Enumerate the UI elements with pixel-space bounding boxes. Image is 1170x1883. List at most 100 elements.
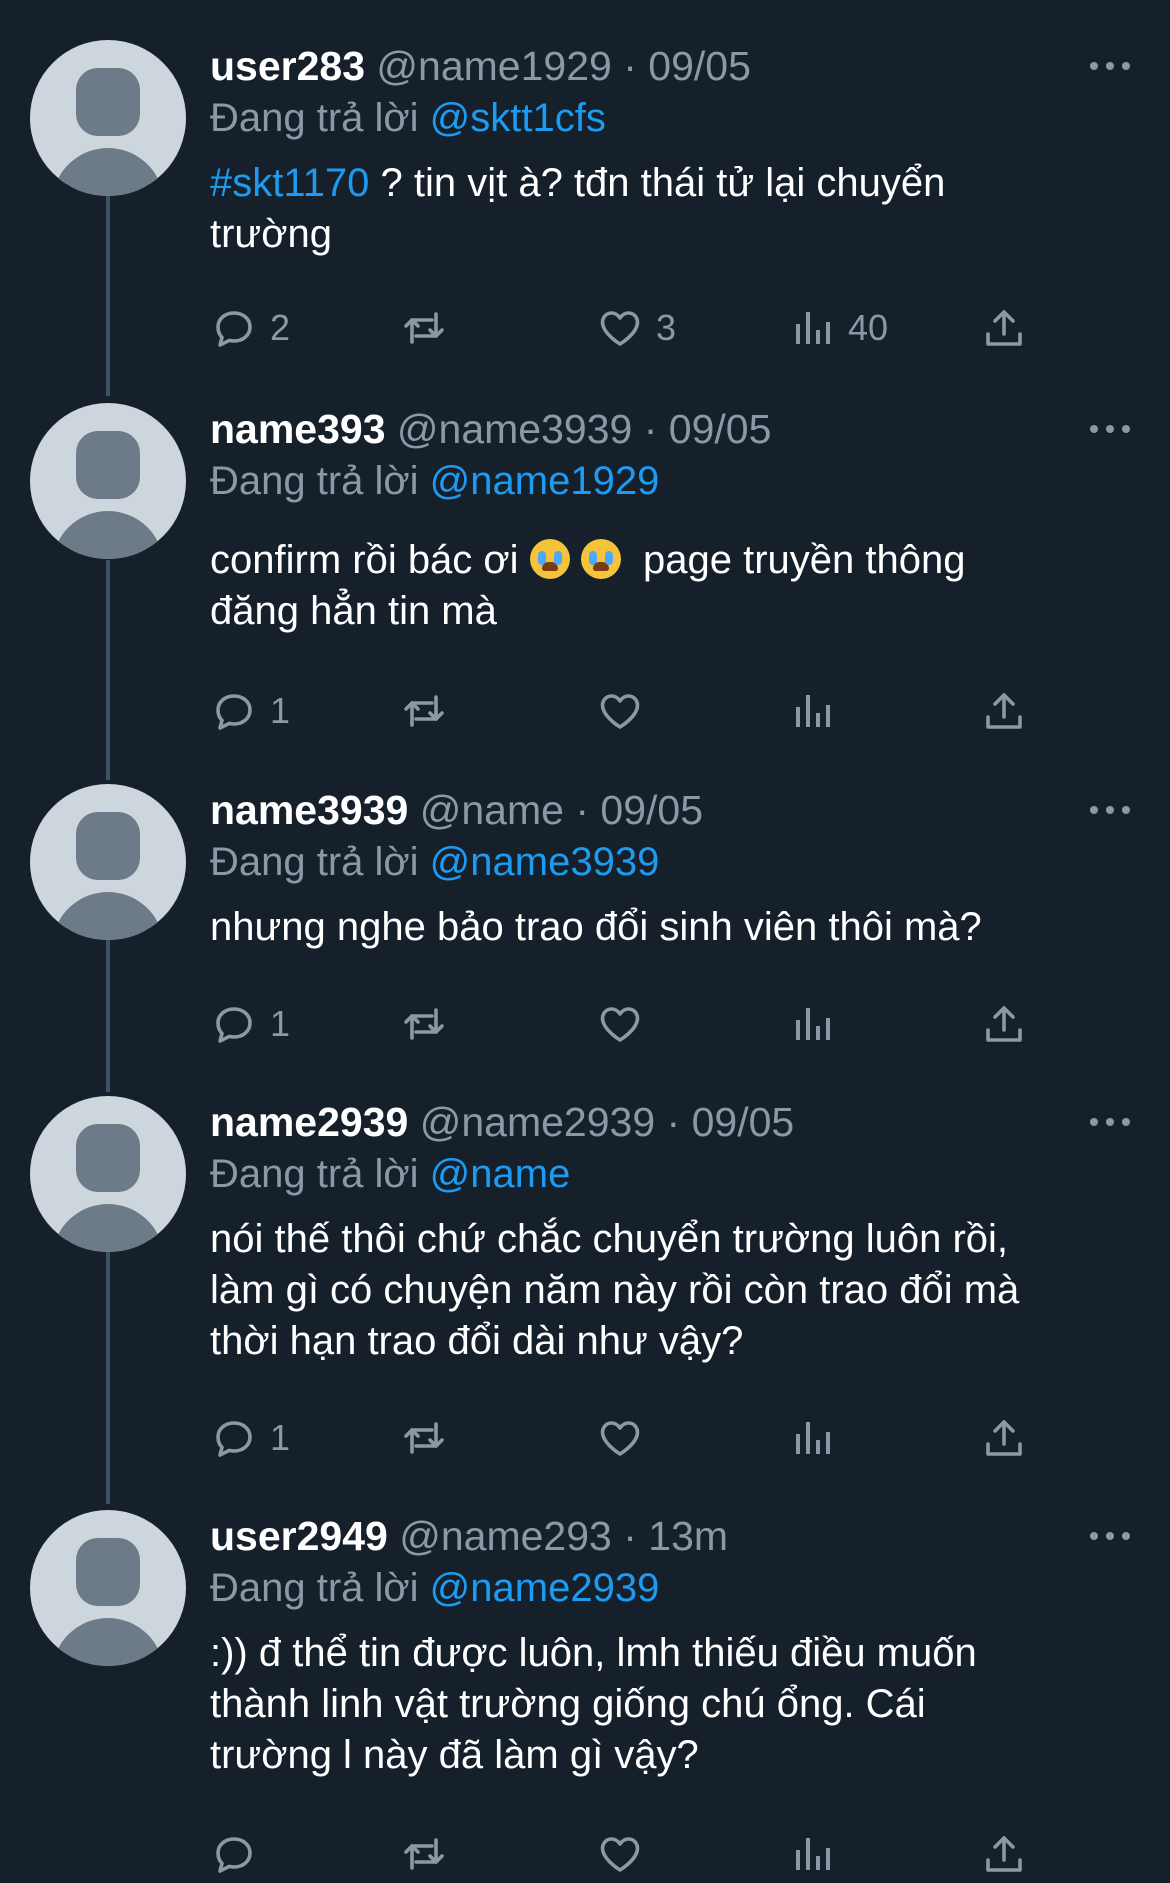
- display-name[interactable]: name3939: [210, 787, 408, 833]
- views-button[interactable]: 40: [788, 302, 888, 354]
- display-name[interactable]: user283: [210, 43, 365, 89]
- share-icon: [986, 693, 1022, 729]
- timestamp[interactable]: 09/05: [692, 1099, 795, 1145]
- handle[interactable]: @name: [420, 787, 564, 833]
- timestamp[interactable]: 13m: [648, 1513, 728, 1559]
- views-icon: [796, 1008, 830, 1040]
- like-button[interactable]: 3: [596, 302, 676, 354]
- share-icon: [986, 1836, 1022, 1872]
- tweet-actions: 2 3 40: [210, 302, 1130, 354]
- more-icon[interactable]: [1090, 403, 1130, 455]
- retweet-icon: [404, 695, 444, 727]
- display-name[interactable]: name393: [210, 406, 386, 452]
- views-icon: [796, 1838, 830, 1870]
- views-icon: [796, 1422, 830, 1454]
- share-icon: [986, 1420, 1022, 1456]
- tweet-actions: 1: [210, 1412, 1130, 1464]
- like-button[interactable]: [596, 998, 656, 1050]
- avatar[interactable]: [30, 1510, 186, 1666]
- timestamp[interactable]: 09/05: [648, 43, 751, 89]
- reply-button[interactable]: 1: [210, 685, 290, 737]
- like-button[interactable]: [596, 1828, 656, 1880]
- share-button[interactable]: [980, 685, 1028, 737]
- retweet-icon: [404, 1838, 444, 1870]
- views-button[interactable]: [788, 1412, 848, 1464]
- tweet-text: #skt1170 ? tin vịt à? tđn thái tử lại ch…: [210, 158, 1130, 260]
- thread-line: [106, 940, 110, 1092]
- separator: ·: [623, 43, 637, 89]
- reply-button[interactable]: 1: [210, 998, 290, 1050]
- retweet-button[interactable]: [400, 1412, 460, 1464]
- handle[interactable]: @name293: [399, 1513, 612, 1559]
- reply-button[interactable]: 2: [210, 302, 290, 354]
- replying-to-link[interactable]: @name3939: [430, 840, 660, 884]
- retweet-button[interactable]: [400, 998, 460, 1050]
- timestamp[interactable]: 09/05: [600, 787, 703, 833]
- reply-icon: [216, 1007, 252, 1043]
- like-icon: [600, 1007, 640, 1042]
- more-icon[interactable]: [1090, 1096, 1130, 1148]
- avatar[interactable]: [30, 784, 186, 940]
- retweet-button[interactable]: [400, 685, 460, 737]
- like-button[interactable]: [596, 685, 656, 737]
- views-button[interactable]: [788, 685, 848, 737]
- reply-icon: [216, 694, 252, 730]
- avatar[interactable]: [30, 40, 186, 196]
- tweet-text: nói thế thôi chứ chắc chuyển trường luôn…: [210, 1217, 1020, 1363]
- thread-line: [106, 196, 110, 396]
- more-icon[interactable]: [1090, 1510, 1130, 1562]
- share-button[interactable]: [980, 1828, 1028, 1880]
- share-button[interactable]: [980, 1412, 1028, 1464]
- thread-line: [106, 1250, 110, 1504]
- replying-to: Đang trả lời @name3939: [210, 836, 1130, 888]
- more-icon[interactable]: [1090, 40, 1130, 92]
- hashtag-link[interactable]: #skt1170: [210, 161, 369, 205]
- timestamp[interactable]: 09/05: [669, 406, 772, 452]
- tweet-header: user2949 @name293 · 13m: [210, 1510, 1130, 1562]
- thread-line: [106, 560, 110, 780]
- replying-prefix: Đang trả lời: [210, 840, 419, 884]
- replying-to-link[interactable]: @name2939: [430, 1566, 660, 1610]
- views-button[interactable]: [788, 998, 848, 1050]
- retweet-icon: [404, 1008, 444, 1040]
- retweet-button[interactable]: [400, 302, 460, 354]
- tweet-header: name3939 @name · 09/05: [210, 784, 1130, 836]
- like-icon: [600, 694, 640, 729]
- more-icon[interactable]: [1090, 784, 1130, 836]
- handle[interactable]: @name3939: [397, 406, 632, 452]
- replying-to: Đang trả lời @name2939: [210, 1562, 1130, 1614]
- replying-to-link[interactable]: @name: [430, 1152, 571, 1196]
- replying-prefix: Đang trả lời: [210, 459, 419, 503]
- display-name[interactable]: name2939: [210, 1099, 408, 1145]
- tweet-header: user283 @name1929 · 09/05: [210, 40, 1130, 92]
- retweet-icon: [404, 1422, 444, 1454]
- share-button[interactable]: [980, 302, 1028, 354]
- loudly-crying-face-emoji: [580, 539, 621, 579]
- like-button[interactable]: [596, 1412, 656, 1464]
- handle[interactable]: @name2939: [420, 1099, 655, 1145]
- avatar[interactable]: [30, 1096, 186, 1252]
- views-button[interactable]: [788, 1828, 848, 1880]
- like-icon: [600, 1421, 640, 1456]
- handle[interactable]: @name1929: [376, 43, 611, 89]
- avatar[interactable]: [30, 403, 186, 559]
- tweet-header: name2939 @name2939 · 09/05: [210, 1096, 1130, 1148]
- tweet-actions: 1: [210, 685, 1130, 737]
- reply-icon: [216, 1421, 252, 1457]
- retweet-button[interactable]: [400, 1828, 460, 1880]
- reply-button[interactable]: [210, 1828, 270, 1880]
- replying-prefix: Đang trả lời: [210, 1152, 419, 1196]
- replying-to-link[interactable]: @name1929: [430, 459, 660, 503]
- replying-to: Đang trả lời @sktt1cfs: [210, 92, 1130, 144]
- reply-button[interactable]: 1: [210, 1412, 290, 1464]
- display-name[interactable]: user2949: [210, 1513, 388, 1559]
- replying-prefix: Đang trả lời: [210, 96, 419, 140]
- reply-count: 1: [270, 690, 291, 731]
- tweet-header: name393 @name3939 · 09/05: [210, 403, 1130, 455]
- tweet-text: :)) đ thể tin được luôn, lmh thiếu điều …: [210, 1631, 977, 1777]
- replying-to-link[interactable]: @sktt1cfs: [430, 96, 606, 140]
- reply-count: 1: [270, 1003, 291, 1044]
- share-button[interactable]: [980, 998, 1028, 1050]
- replying-to: Đang trả lời @name: [210, 1148, 1130, 1200]
- view-count: 40: [848, 307, 889, 348]
